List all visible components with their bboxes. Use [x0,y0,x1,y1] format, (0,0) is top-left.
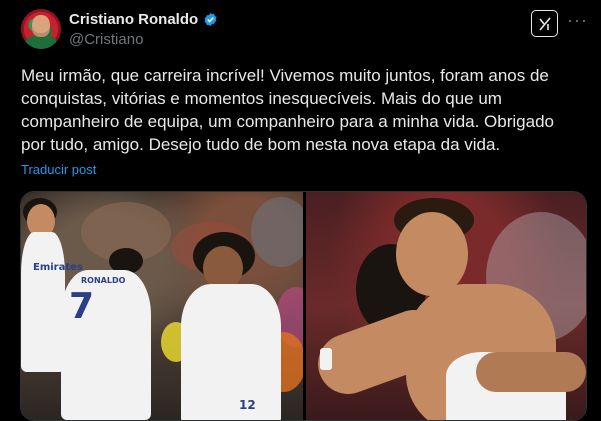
author-name-row: Cristiano Ronaldo [69,11,218,28]
avatar-head [32,15,50,37]
player-jersey [21,232,65,372]
wristband [320,348,332,370]
sponsor-text: Emirates [33,262,83,273]
photo-celebration-left[interactable]: Emirates RONALDO 7 12 [21,192,303,420]
translate-link[interactable]: Traducir post [21,162,96,177]
player-jersey [181,284,281,420]
player-arm [476,352,586,392]
avatar[interactable] [21,9,61,49]
crowd-blob [251,197,303,267]
more-options-icon[interactable]: ··· [567,11,588,29]
tweet-text: Meu irmão, que carreira incrível! Vivemo… [21,66,554,154]
photo-hug-right[interactable] [306,192,586,420]
author-display-name[interactable]: Cristiano Ronaldo [69,11,198,28]
grok-icon[interactable] [531,10,558,37]
author-handle[interactable]: @Cristiano [69,31,143,48]
avatar-shirt [25,35,57,49]
jersey-number: 7 [69,286,95,327]
jersey-name: RONALDO [81,276,126,285]
media-grid: Emirates RONALDO 7 12 [20,191,587,421]
verified-badge-icon [203,12,218,27]
shorts-number: 12 [239,398,256,412]
player-face [396,212,468,296]
